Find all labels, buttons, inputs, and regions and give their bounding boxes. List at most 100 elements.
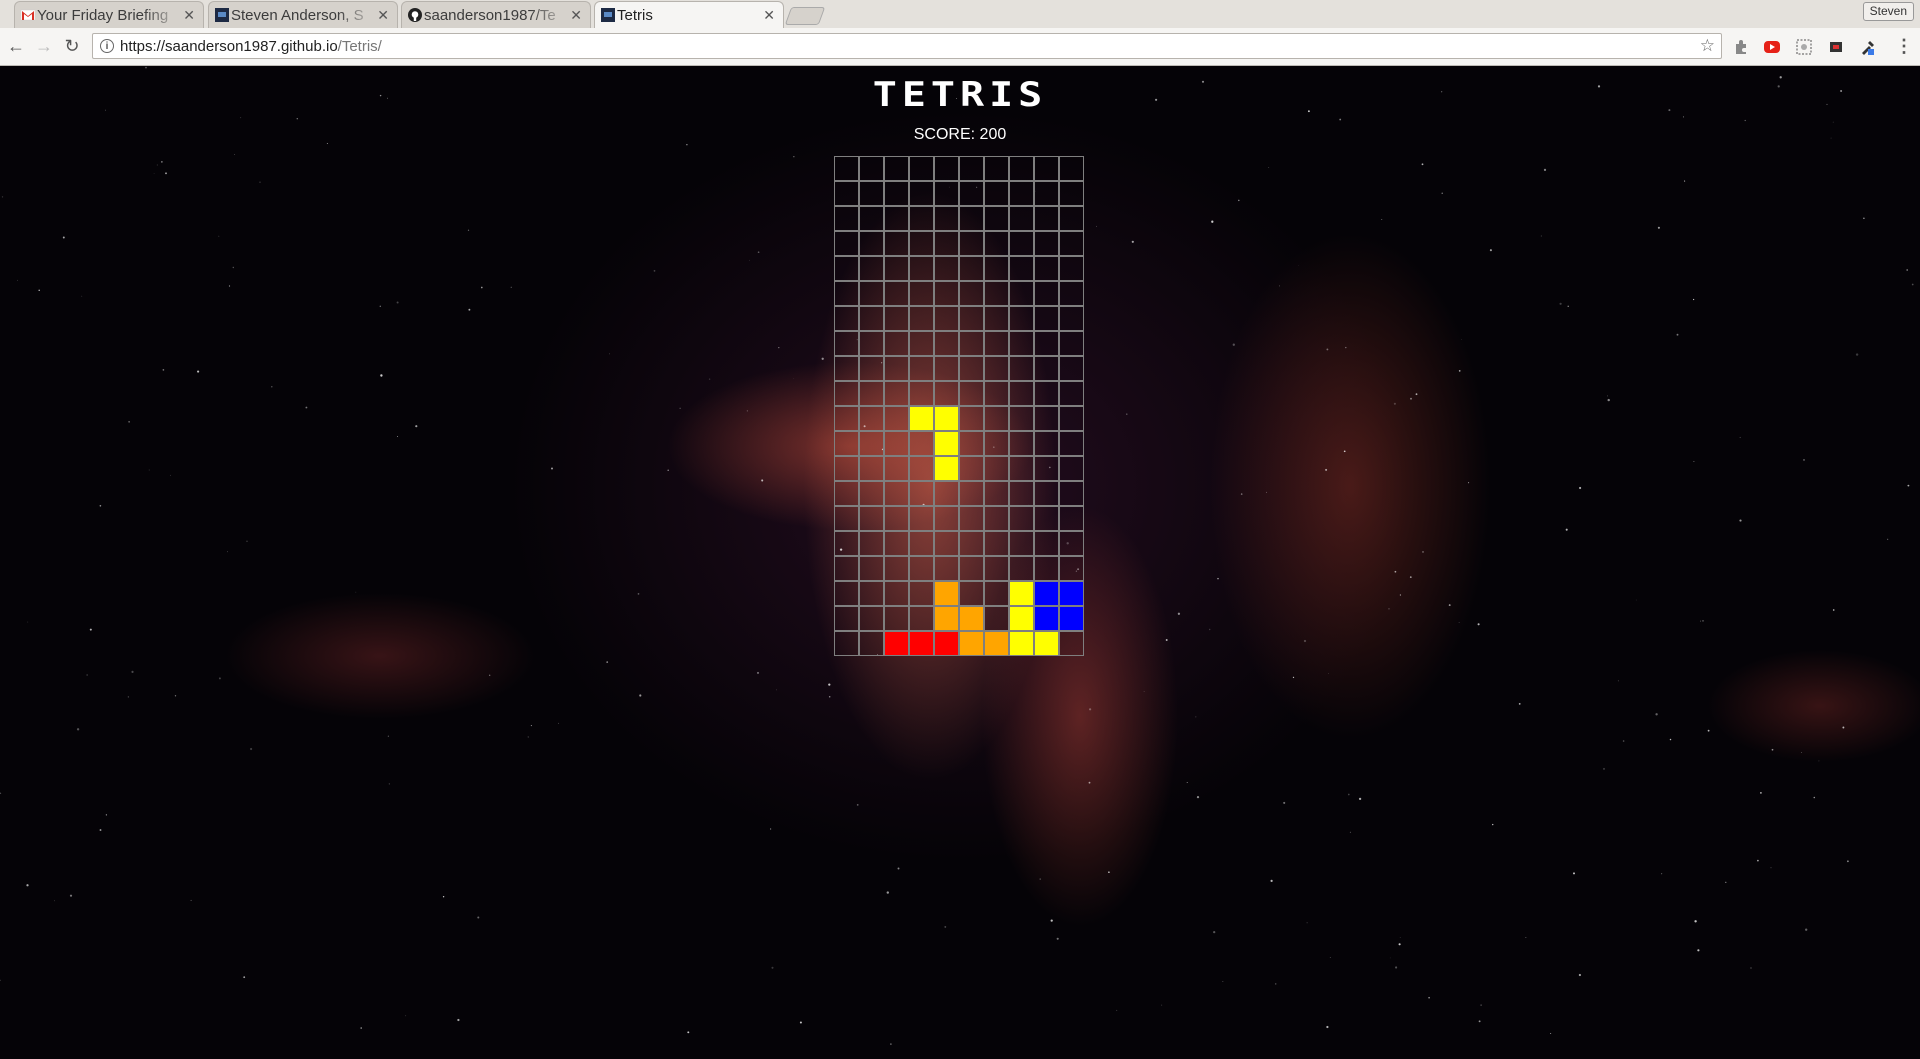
star [480, 286, 483, 289]
filled-block [1009, 631, 1034, 656]
star [527, 736, 530, 738]
board-cell [1034, 256, 1059, 281]
filled-block [934, 606, 959, 631]
board-cell [884, 231, 909, 256]
star [821, 357, 824, 360]
board-cell [1034, 531, 1059, 556]
board-cell [1059, 456, 1084, 481]
board-cell [984, 431, 1009, 456]
star [1739, 436, 1741, 439]
board-cell [909, 531, 934, 556]
board-cell [959, 256, 984, 281]
star [27, 621, 29, 623]
board-cell [984, 231, 1009, 256]
board-cell [909, 431, 934, 456]
star [1559, 302, 1562, 305]
puzzle-extension-icon[interactable] [1733, 39, 1749, 55]
board-cell [959, 156, 984, 181]
board-cell [934, 506, 959, 531]
board-cell [1059, 306, 1084, 331]
bookmark-star-icon[interactable]: ☆ [1700, 36, 1715, 56]
tab-tetris[interactable]: Tetris ✕ [594, 1, 784, 28]
board-cell [909, 181, 934, 206]
board-cell [1034, 231, 1059, 256]
star [771, 966, 774, 969]
board-cell [859, 506, 884, 531]
star [1297, 265, 1299, 266]
star [1339, 118, 1342, 121]
tab-portfolio[interactable]: Steven Anderson, S ✕ [208, 1, 398, 28]
back-arrow-icon[interactable]: ← [6, 36, 26, 56]
star [1863, 217, 1865, 220]
star [1697, 949, 1700, 952]
tab-gmail[interactable]: Your Friday Briefing ✕ [14, 1, 204, 28]
star [530, 725, 532, 727]
star [468, 308, 471, 311]
tab-label: Tetris [617, 6, 653, 24]
reload-icon[interactable]: ↻ [62, 36, 82, 56]
star [1399, 937, 1401, 939]
star [1409, 576, 1412, 578]
board-cell [834, 256, 859, 281]
star [639, 694, 642, 697]
star [1088, 781, 1091, 784]
star [778, 346, 780, 349]
star [1039, 878, 1041, 880]
star [1682, 116, 1685, 118]
close-tab-icon[interactable]: ✕ [183, 7, 195, 24]
profile-button[interactable]: Steven [1862, 2, 1914, 21]
menu-icon[interactable]: ⋮ [1894, 36, 1914, 56]
board-cell [1059, 181, 1084, 206]
star [1186, 782, 1188, 784]
new-tab-button[interactable] [784, 7, 826, 25]
star [415, 425, 418, 428]
url-text[interactable]: https://saanderson1987.github.io/Tetris/ [120, 38, 382, 55]
board-cell [859, 256, 884, 281]
board-cell [909, 231, 934, 256]
star [387, 97, 389, 99]
board-cell [1059, 406, 1084, 431]
board-cell [859, 381, 884, 406]
tab-github[interactable]: saanderson1987/Te ✕ [401, 1, 591, 28]
star [1661, 873, 1663, 875]
star [467, 229, 470, 231]
score-display: SCORE: 200 [913, 126, 1007, 143]
star [1232, 343, 1235, 346]
board-cell [1059, 281, 1084, 306]
board-cell [884, 456, 909, 481]
board-cell [934, 381, 959, 406]
close-tab-icon[interactable]: ✕ [377, 7, 389, 24]
board-cell [834, 606, 859, 631]
board-cell [984, 156, 1009, 181]
star [396, 301, 399, 304]
board-cell [984, 281, 1009, 306]
star [1108, 871, 1110, 874]
star [1669, 738, 1672, 741]
board-cell [909, 606, 934, 631]
board-cell [909, 456, 934, 481]
star [1694, 920, 1697, 923]
board-cell [1034, 281, 1059, 306]
board-cell [984, 531, 1009, 556]
close-tab-icon[interactable]: ✕ [570, 7, 582, 24]
youtube-extension-icon[interactable] [1764, 39, 1780, 55]
star [156, 164, 158, 166]
eyedropper-extension-icon[interactable] [1860, 39, 1876, 55]
board-cell [1009, 381, 1034, 406]
star [1602, 767, 1606, 770]
board-cell [934, 481, 959, 506]
address-bar[interactable]: i https://saanderson1987.github.io/Tetri… [92, 33, 1722, 59]
close-tab-icon[interactable]: ✕ [763, 7, 775, 24]
star [1388, 608, 1390, 610]
info-icon[interactable]: i [100, 39, 114, 53]
star [1477, 623, 1480, 626]
forward-arrow-icon[interactable]: → [34, 36, 54, 56]
star [1906, 269, 1909, 271]
star [1326, 1025, 1329, 1029]
star [162, 369, 165, 371]
board-cell [959, 531, 984, 556]
board-cell [1034, 506, 1059, 531]
screenshot-extension-icon[interactable] [1796, 39, 1812, 55]
dark-extension-icon[interactable] [1828, 39, 1844, 55]
star [1, 196, 4, 198]
